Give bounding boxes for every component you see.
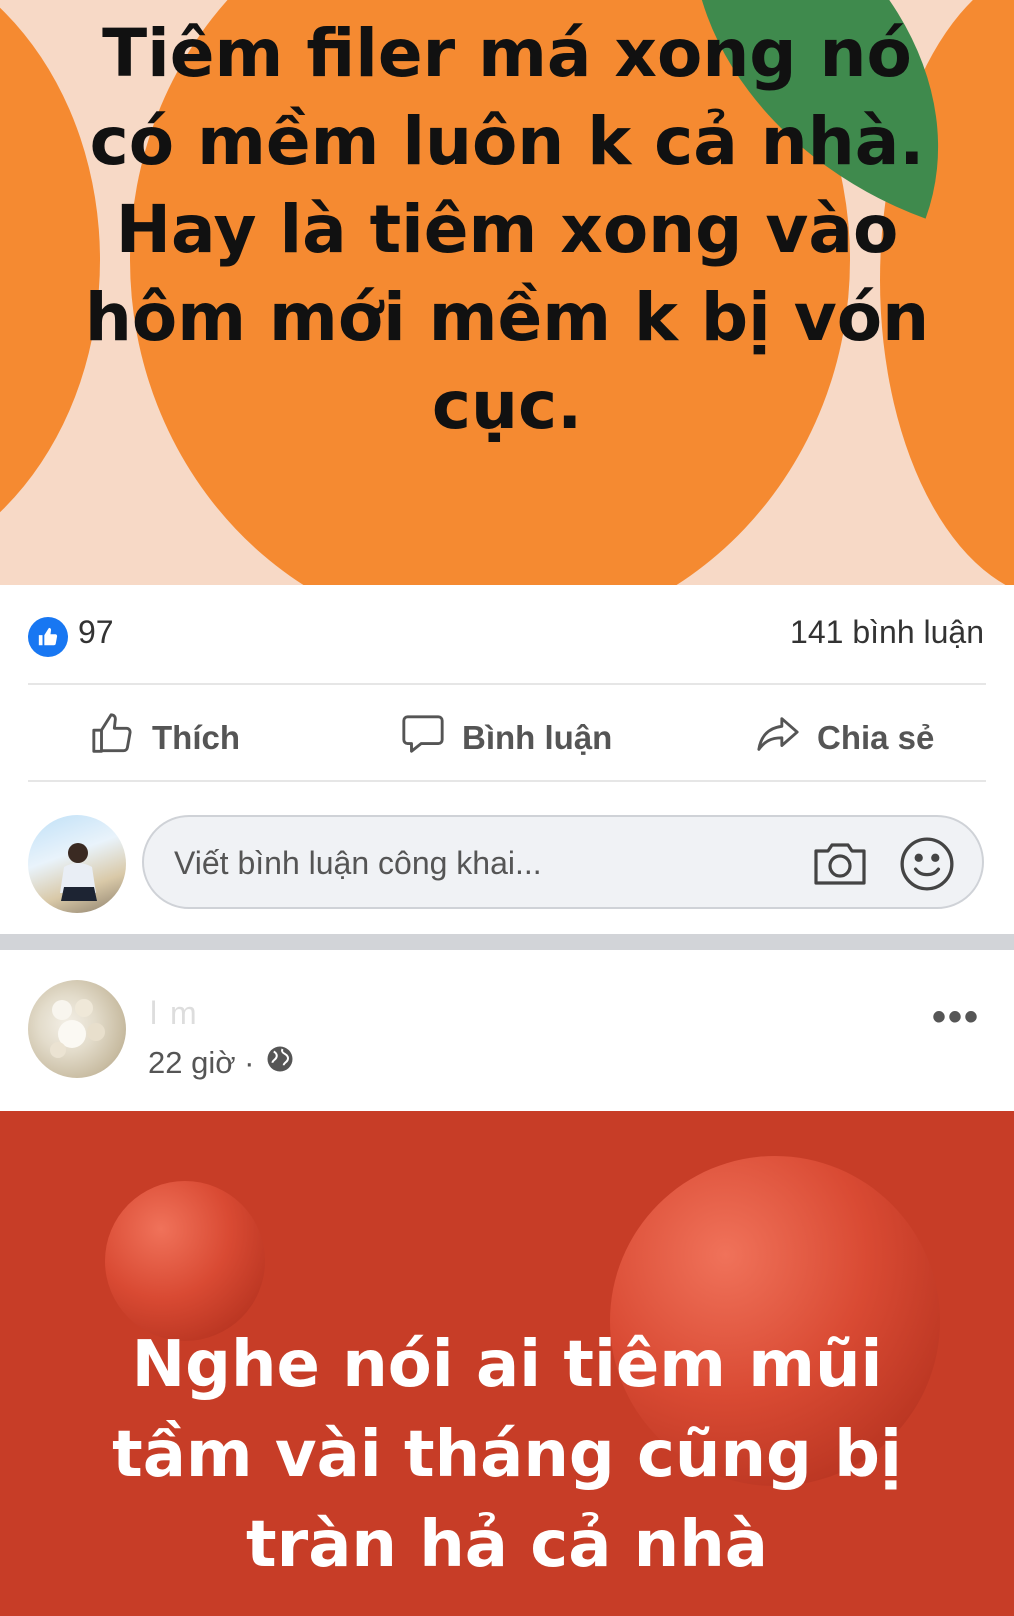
- like-button[interactable]: Thích: [90, 708, 240, 768]
- post1-line: cục.: [431, 367, 583, 444]
- comment-button[interactable]: Bình luận: [400, 708, 612, 768]
- post-time[interactable]: 22 giờ ·: [148, 1045, 255, 1081]
- post-separator: [0, 934, 1014, 950]
- post2-line: tầm vài tháng cũng bị: [112, 1418, 902, 1492]
- like-count[interactable]: 97: [78, 614, 114, 651]
- like-label: Thích: [152, 719, 240, 756]
- post1-line: có mềm luôn k cả nhà.: [89, 103, 925, 180]
- share-label: Chia sẻ: [817, 719, 935, 756]
- post2-line: Nghe nói ai tiêm mũi: [131, 1328, 883, 1402]
- comment-input[interactable]: Viết bình luận công khai...: [142, 815, 984, 909]
- share-arrow-icon: [755, 711, 801, 765]
- share-button[interactable]: Chia sẻ: [755, 708, 934, 768]
- thumbs-up-outline-icon: [90, 711, 136, 765]
- comment-label: Bình luận: [462, 719, 613, 756]
- post1-text: Tiêm filer má xong nó có mềm luôn k cả n…: [60, 10, 954, 450]
- thumbs-up-icon[interactable]: [28, 617, 68, 657]
- post-meta: 22 giờ ·: [148, 1044, 295, 1082]
- divider: [28, 780, 986, 782]
- post2-text: Nghe nói ai tiêm mũi tầm vài tháng cũng …: [40, 1320, 974, 1590]
- divider: [28, 683, 986, 685]
- comment-placeholder: Viết bình luận công khai...: [174, 845, 542, 881]
- post1-line: Hay là tiêm xong vào: [115, 191, 899, 268]
- ball-small: [105, 1181, 265, 1341]
- globe-icon: [265, 1044, 295, 1082]
- comment-count[interactable]: 141 bình luận: [790, 614, 984, 651]
- speech-bubble-icon: [400, 711, 446, 765]
- author-name[interactable]: l m: [150, 995, 199, 1032]
- more-dots-icon[interactable]: •••: [932, 995, 980, 1040]
- post1-line: hôm mới mềm k bị vón: [84, 279, 930, 356]
- camera-icon[interactable]: [810, 835, 870, 896]
- avatar[interactable]: [28, 815, 126, 913]
- smiley-icon[interactable]: [898, 835, 956, 898]
- post2-line: tràn hả cả nhà: [246, 1508, 768, 1582]
- avatar[interactable]: [28, 980, 126, 1078]
- post1-line: Tiêm filer má xong nó: [102, 15, 912, 92]
